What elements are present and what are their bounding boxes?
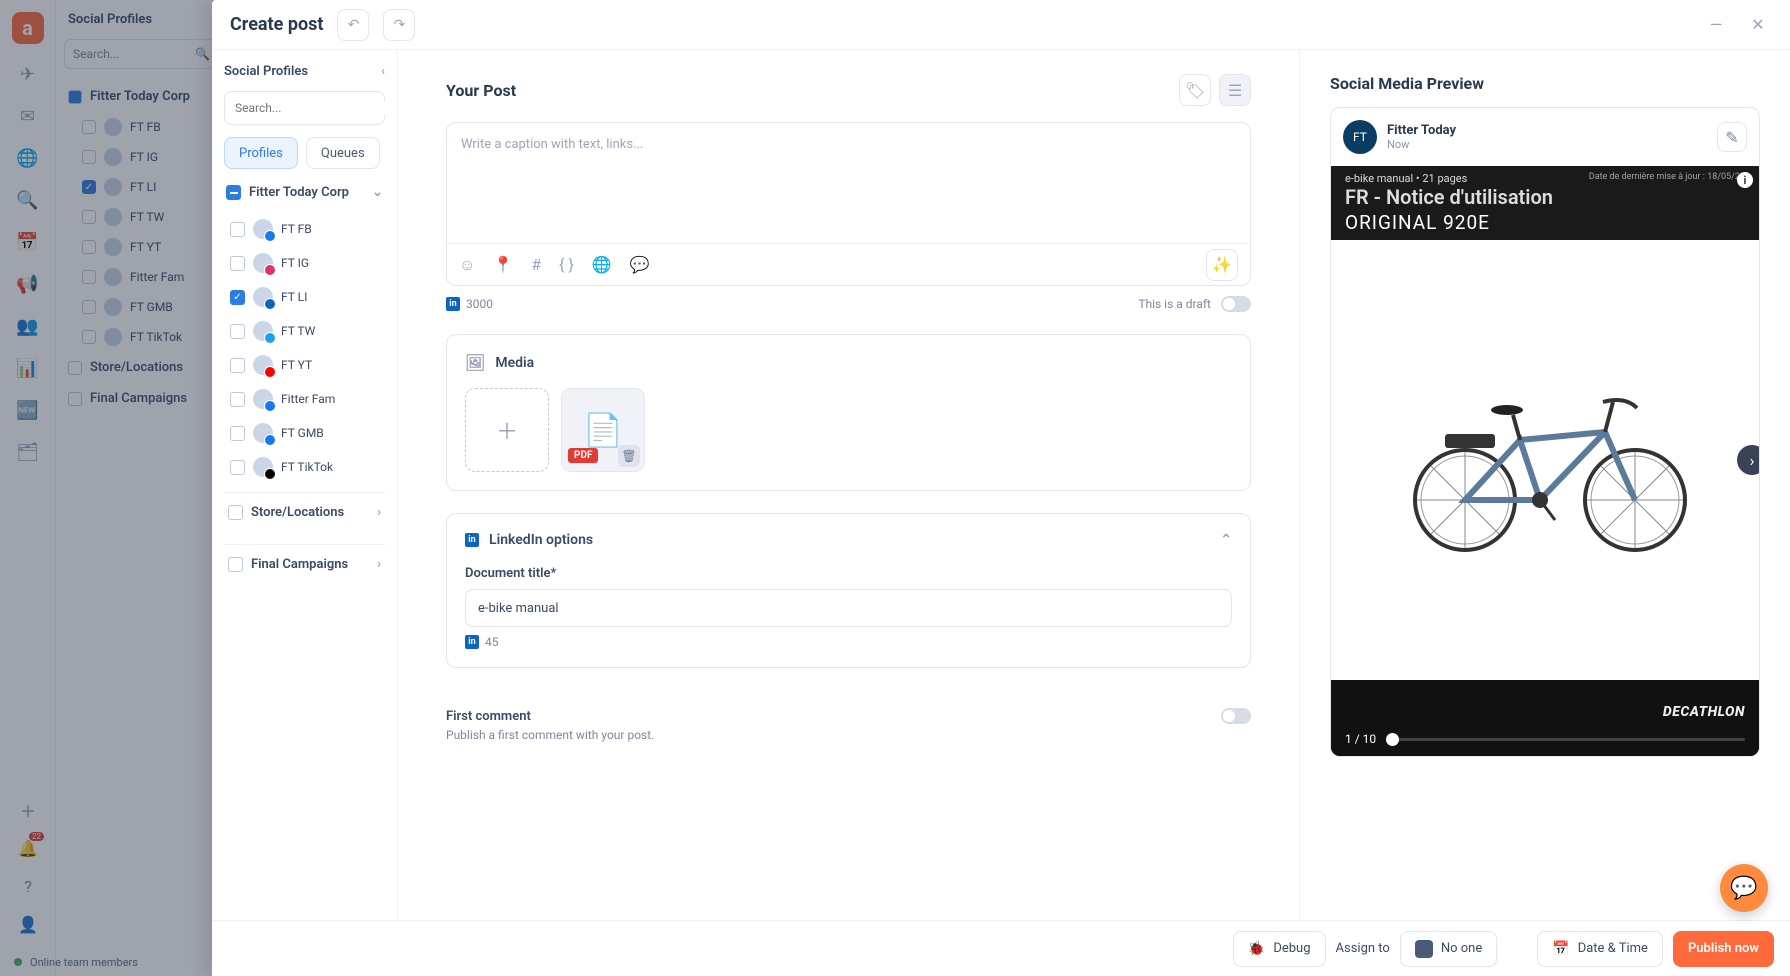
undo-button[interactable]: ↶ <box>337 9 369 41</box>
profile-fitter-fam[interactable]: Fitter Fam <box>228 386 385 412</box>
document-icon: 📄 <box>583 411 623 449</box>
profiles-column: Social Profiles ‹ 🔍 Profiles Queues Fitt… <box>212 50 398 920</box>
linkedin-icon: in <box>465 533 479 547</box>
add-media-button[interactable]: ＋ <box>465 388 549 472</box>
bug-icon: 🐞 <box>1248 941 1265 957</box>
linkedin-icon: in <box>465 635 479 649</box>
edit-preview-button[interactable]: ✎ <box>1717 122 1747 152</box>
your-post-heading: Your Post <box>446 81 516 100</box>
collapse-icon[interactable]: ‹ <box>381 64 385 79</box>
profile-ft-li[interactable]: FT LI <box>228 284 385 310</box>
preview-doc-title: FR - Notice d'utilisation <box>1345 185 1745 209</box>
profile-ft-fb[interactable]: FT FB <box>228 216 385 242</box>
draft-label: This is a draft <box>1138 297 1211 311</box>
modal-footer: 🐞Debug Assign to No one 📅Date & Time Pub… <box>212 920 1790 976</box>
create-post-modal: Create post ↶ ↷ — ✕ Social Profiles ‹ 🔍 … <box>212 0 1790 976</box>
chevron-down-icon: ⌄ <box>372 185 383 200</box>
page-indicator: 1 / 10 <box>1345 732 1376 746</box>
hashtag-icon[interactable]: # <box>531 255 541 274</box>
section-final-campaigns[interactable]: Final Campaigns› <box>224 544 385 584</box>
first-comment-toggle[interactable] <box>1221 708 1251 724</box>
profiles-list: FT FB FT IG FT LI FT TW FT YT Fitter Fam… <box>224 216 385 480</box>
preview-doc-date: Date de dernière mise à jour : 18/05/20 <box>1589 172 1745 185</box>
first-comment-desc: Publish a first comment with your post. <box>446 728 1251 742</box>
preview-heading: Social Media Preview <box>1330 74 1760 93</box>
profiles-search-input[interactable] <box>235 101 391 115</box>
info-icon[interactable]: i <box>1737 172 1753 188</box>
brand-label: DECATHLON <box>1663 704 1745 720</box>
composer-toolbar: ☺ 📍 # { } 🌐 💬 ✨ <box>447 243 1250 285</box>
preview-column: Social Media Preview FT Fitter Today Now… <box>1300 50 1790 920</box>
profile-ft-tiktok[interactable]: FT TikTok <box>228 454 385 480</box>
linkedin-options-card: in LinkedIn options ⌃ Document title* in… <box>446 513 1251 668</box>
modal-header: Create post ↶ ↷ — ✕ <box>212 0 1790 50</box>
preview-timestamp: Now <box>1387 138 1456 151</box>
linkedin-icon: in <box>446 297 460 311</box>
minimize-icon[interactable]: — <box>1702 11 1730 39</box>
group-checkbox[interactable] <box>226 185 241 200</box>
doc-title-count: 45 <box>485 635 499 649</box>
debug-button[interactable]: 🐞Debug <box>1233 931 1326 967</box>
next-page-button[interactable]: › <box>1737 445 1760 475</box>
chevron-up-icon: ⌃ <box>1220 532 1232 548</box>
ai-assist-button[interactable]: ✨ <box>1206 249 1238 281</box>
assignee-avatar-icon <box>1415 940 1433 958</box>
preview-doc-meta: e-bike manual • 21 pages <box>1345 172 1467 185</box>
publish-now-button[interactable]: Publish now <box>1673 931 1774 967</box>
profiles-search[interactable]: 🔍 <box>224 91 385 125</box>
preview-doc-subtitle: ORIGINAL 920E <box>1345 211 1745 234</box>
chat-icon[interactable]: 💬 <box>630 255 650 274</box>
delete-media-button[interactable]: 🗑 <box>618 445 640 467</box>
profile-ft-gmb[interactable]: FT GMB <box>228 420 385 446</box>
linkedin-options-header[interactable]: in LinkedIn options ⌃ <box>465 532 1232 548</box>
modal-title: Create post <box>230 14 323 35</box>
profile-ft-yt[interactable]: FT YT <box>228 352 385 378</box>
assign-to-label: Assign to <box>1336 941 1390 956</box>
group-fitter-today[interactable]: Fitter Today Corp ⌄ <box>224 181 385 204</box>
preview-document: e-bike manual • 21 pages Date de dernièr… <box>1331 166 1759 756</box>
doc-title-label: Document title* <box>465 566 1232 581</box>
intercom-chat-button[interactable]: 💬 <box>1720 864 1768 912</box>
profile-ft-ig[interactable]: FT IG <box>228 250 385 276</box>
document-title-input[interactable] <box>465 589 1232 627</box>
media-attachment-pdf[interactable]: 📄 PDF 🗑 <box>561 388 645 472</box>
preview-card: FT Fitter Today Now ✎ e-bike manual • 21… <box>1330 107 1760 757</box>
page-slider[interactable] <box>1386 738 1745 741</box>
draft-toggle[interactable] <box>1221 296 1251 312</box>
section-store-locations[interactable]: Store/Locations› <box>224 492 385 532</box>
tag-button[interactable]: 🏷 <box>1179 74 1211 106</box>
calendar-icon: 📅 <box>1552 941 1569 957</box>
link-icon[interactable]: 🌐 <box>592 255 612 274</box>
date-time-button[interactable]: 📅Date & Time <box>1537 931 1663 967</box>
preview-profile-name: Fitter Today <box>1387 123 1456 138</box>
tab-profiles[interactable]: Profiles <box>224 137 298 169</box>
first-comment-card: First comment Publish a first comment wi… <box>446 690 1251 742</box>
char-counter: 3000 <box>466 297 493 311</box>
emoji-icon[interactable]: ☺ <box>459 255 475 275</box>
preview-page-image: › <box>1331 240 1759 680</box>
location-icon[interactable]: 📍 <box>493 255 513 274</box>
tab-queues[interactable]: Queues <box>306 137 380 169</box>
assignee-button[interactable]: No one <box>1400 931 1497 967</box>
template-button[interactable]: ☰ <box>1219 74 1251 106</box>
media-card: 🖼Media ＋ 📄 PDF 🗑 <box>446 334 1251 491</box>
composer-meta: in 3000 This is a draft <box>446 296 1251 312</box>
profiles-col-title: Social Profiles ‹ <box>224 64 385 79</box>
close-icon[interactable]: ✕ <box>1744 11 1772 39</box>
variable-icon[interactable]: { } <box>559 255 574 274</box>
redo-button[interactable]: ↷ <box>383 9 415 41</box>
profile-ft-tw[interactable]: FT TW <box>228 318 385 344</box>
caption-textarea[interactable]: Write a caption with text, links... <box>447 123 1250 243</box>
composer-column: Your Post 🏷 ☰ Write a caption with text,… <box>398 50 1300 920</box>
image-icon: 🖼 <box>465 353 485 372</box>
bicycle-illustration <box>1375 360 1715 560</box>
first-comment-label: First comment <box>446 709 531 724</box>
pdf-badge: PDF <box>568 448 598 463</box>
preview-avatar: FT <box>1343 120 1377 154</box>
caption-composer: Write a caption with text, links... ☺ 📍 … <box>446 122 1251 286</box>
